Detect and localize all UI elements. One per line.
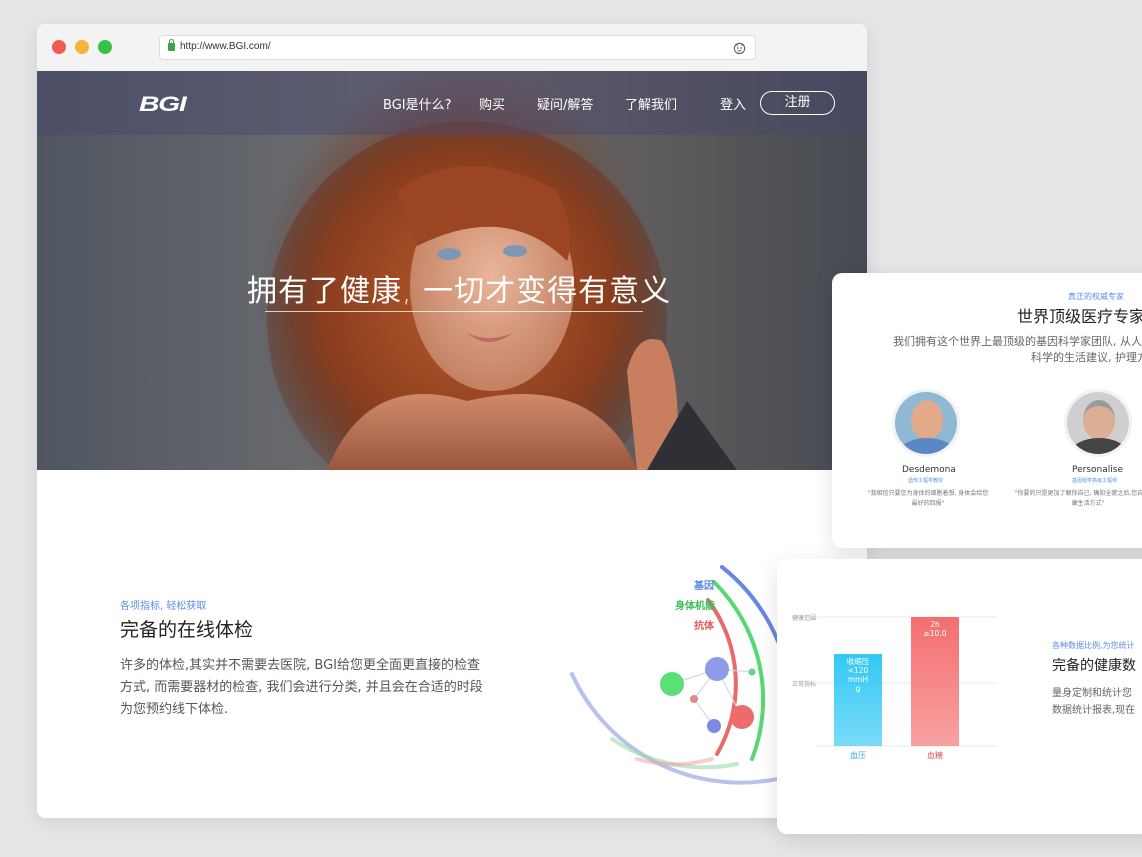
extension-icon[interactable]	[732, 40, 747, 55]
section-title: 完备的在线体检	[120, 619, 254, 641]
ring-label-gene: 基因	[693, 579, 714, 592]
bar-value-label: g	[856, 684, 861, 693]
health-description-line2: 数据统计报表,现在	[1052, 705, 1136, 716]
nav-item-about-us[interactable]: 了解我们	[625, 94, 677, 113]
antibody-ring-tail	[635, 757, 714, 767]
experts-card: 真正的权威专家 世界顶级医疗专家 我们拥有这个世界上最顶级的基因科学家团队, 从…	[832, 273, 1142, 548]
nav-item-what-is-bgi[interactable]: BGI是什么?	[383, 94, 452, 113]
login-link[interactable]: 登入	[720, 94, 746, 113]
bar-value-label: mmH	[848, 675, 868, 684]
signup-button[interactable]: 注册	[760, 91, 835, 115]
experts-description-line2: 科学的生活建议, 护理方	[1031, 351, 1142, 364]
top-navigation: BGI BGI是什么? 购买 疑问/解答 了解我们 登入 注册	[37, 71, 867, 135]
health-data-card: 健康范围 正常指标 收缩压 <120 mmH g 血压 2h ≥10.0 血糖 各种数据比例,…	[777, 559, 1142, 834]
nav-item-faq[interactable]: 疑问/解答	[537, 94, 593, 113]
bgi-logo[interactable]: BGI	[139, 93, 187, 117]
expert-quote: "你要的只是更加了解你自己, 确知全貌之后,您自己的健康生活方式"	[1014, 490, 1142, 507]
hero-banner: BGI BGI是什么? 购买 疑问/解答 了解我们 登入 注册 拥有了健康, 一…	[37, 71, 867, 470]
health-description-line1: 量身定制和统计您	[1052, 688, 1132, 699]
category-label: 血糖	[927, 750, 943, 760]
minimize-window-button[interactable]	[75, 40, 89, 54]
browser-window: http://www.BGI.com/ BGI BGI是什么? 购买 疑问/解答…	[37, 24, 867, 818]
expert-quote: "我相信只要您为身体的细胞着想, 身体会给您最好的回报"	[867, 490, 989, 507]
ring-label-body: 身体机能	[675, 599, 715, 612]
bar-value-label: <120	[848, 666, 869, 675]
category-label: 血压	[850, 750, 866, 760]
section-description: 许多的体检,其实并不需要去医院, BGI给您更全面更直接的检查方式, 而需要器材…	[120, 658, 483, 717]
nav-item-buy[interactable]: 购买	[479, 94, 505, 113]
address-bar[interactable]: http://www.BGI.com/	[159, 35, 756, 60]
bar-value-label: 收缩压	[847, 656, 870, 666]
experts-description-line1: 我们拥有这个世界上最顶级的基因科学家团队, 从人	[893, 335, 1142, 348]
experts-tag: 真正的权威专家	[1068, 292, 1124, 301]
health-description: 量身定制和统计您 数据统计报表,现在	[1052, 685, 1135, 719]
bar-value-label: 2h	[930, 620, 940, 629]
reference-label-healthy-range: 健康范围	[792, 614, 816, 622]
expert-name: Desdemona	[902, 465, 956, 475]
expert-name: Personalise	[1072, 465, 1123, 475]
expert-role: 基因组学高级工程师	[1072, 478, 1118, 484]
close-window-button[interactable]	[52, 40, 66, 54]
hero-divider	[265, 311, 643, 312]
maximize-window-button[interactable]	[98, 40, 112, 54]
health-title: 完备的健康数	[1052, 658, 1136, 674]
url-text[interactable]: http://www.BGI.com/	[180, 41, 271, 52]
hero-title: 拥有了健康, 一切才变得有意义	[247, 274, 672, 309]
reference-label-normal-index: 正常指标	[792, 680, 816, 688]
bar-value-label: ≥10.0	[924, 629, 947, 638]
lock-icon	[168, 39, 175, 51]
experts-title: 世界顶级医疗专家	[1017, 307, 1142, 326]
avatar	[1064, 389, 1132, 457]
health-tag: 各种数据比例,为您统计	[1052, 641, 1135, 650]
ring-label-antibody: 抗体	[694, 619, 715, 632]
expert-role: 遗传工程学教授	[908, 478, 944, 484]
avatar	[892, 389, 960, 457]
browser-toolbar: http://www.BGI.com/	[37, 24, 867, 71]
molecule-icon	[660, 657, 756, 733]
health-bar-chart: 健康范围 正常指标 收缩压<120mmHg 血压 2h≥10.0 血糖	[792, 614, 997, 760]
section-tag: 各项指标, 轻松获取	[120, 601, 207, 612]
